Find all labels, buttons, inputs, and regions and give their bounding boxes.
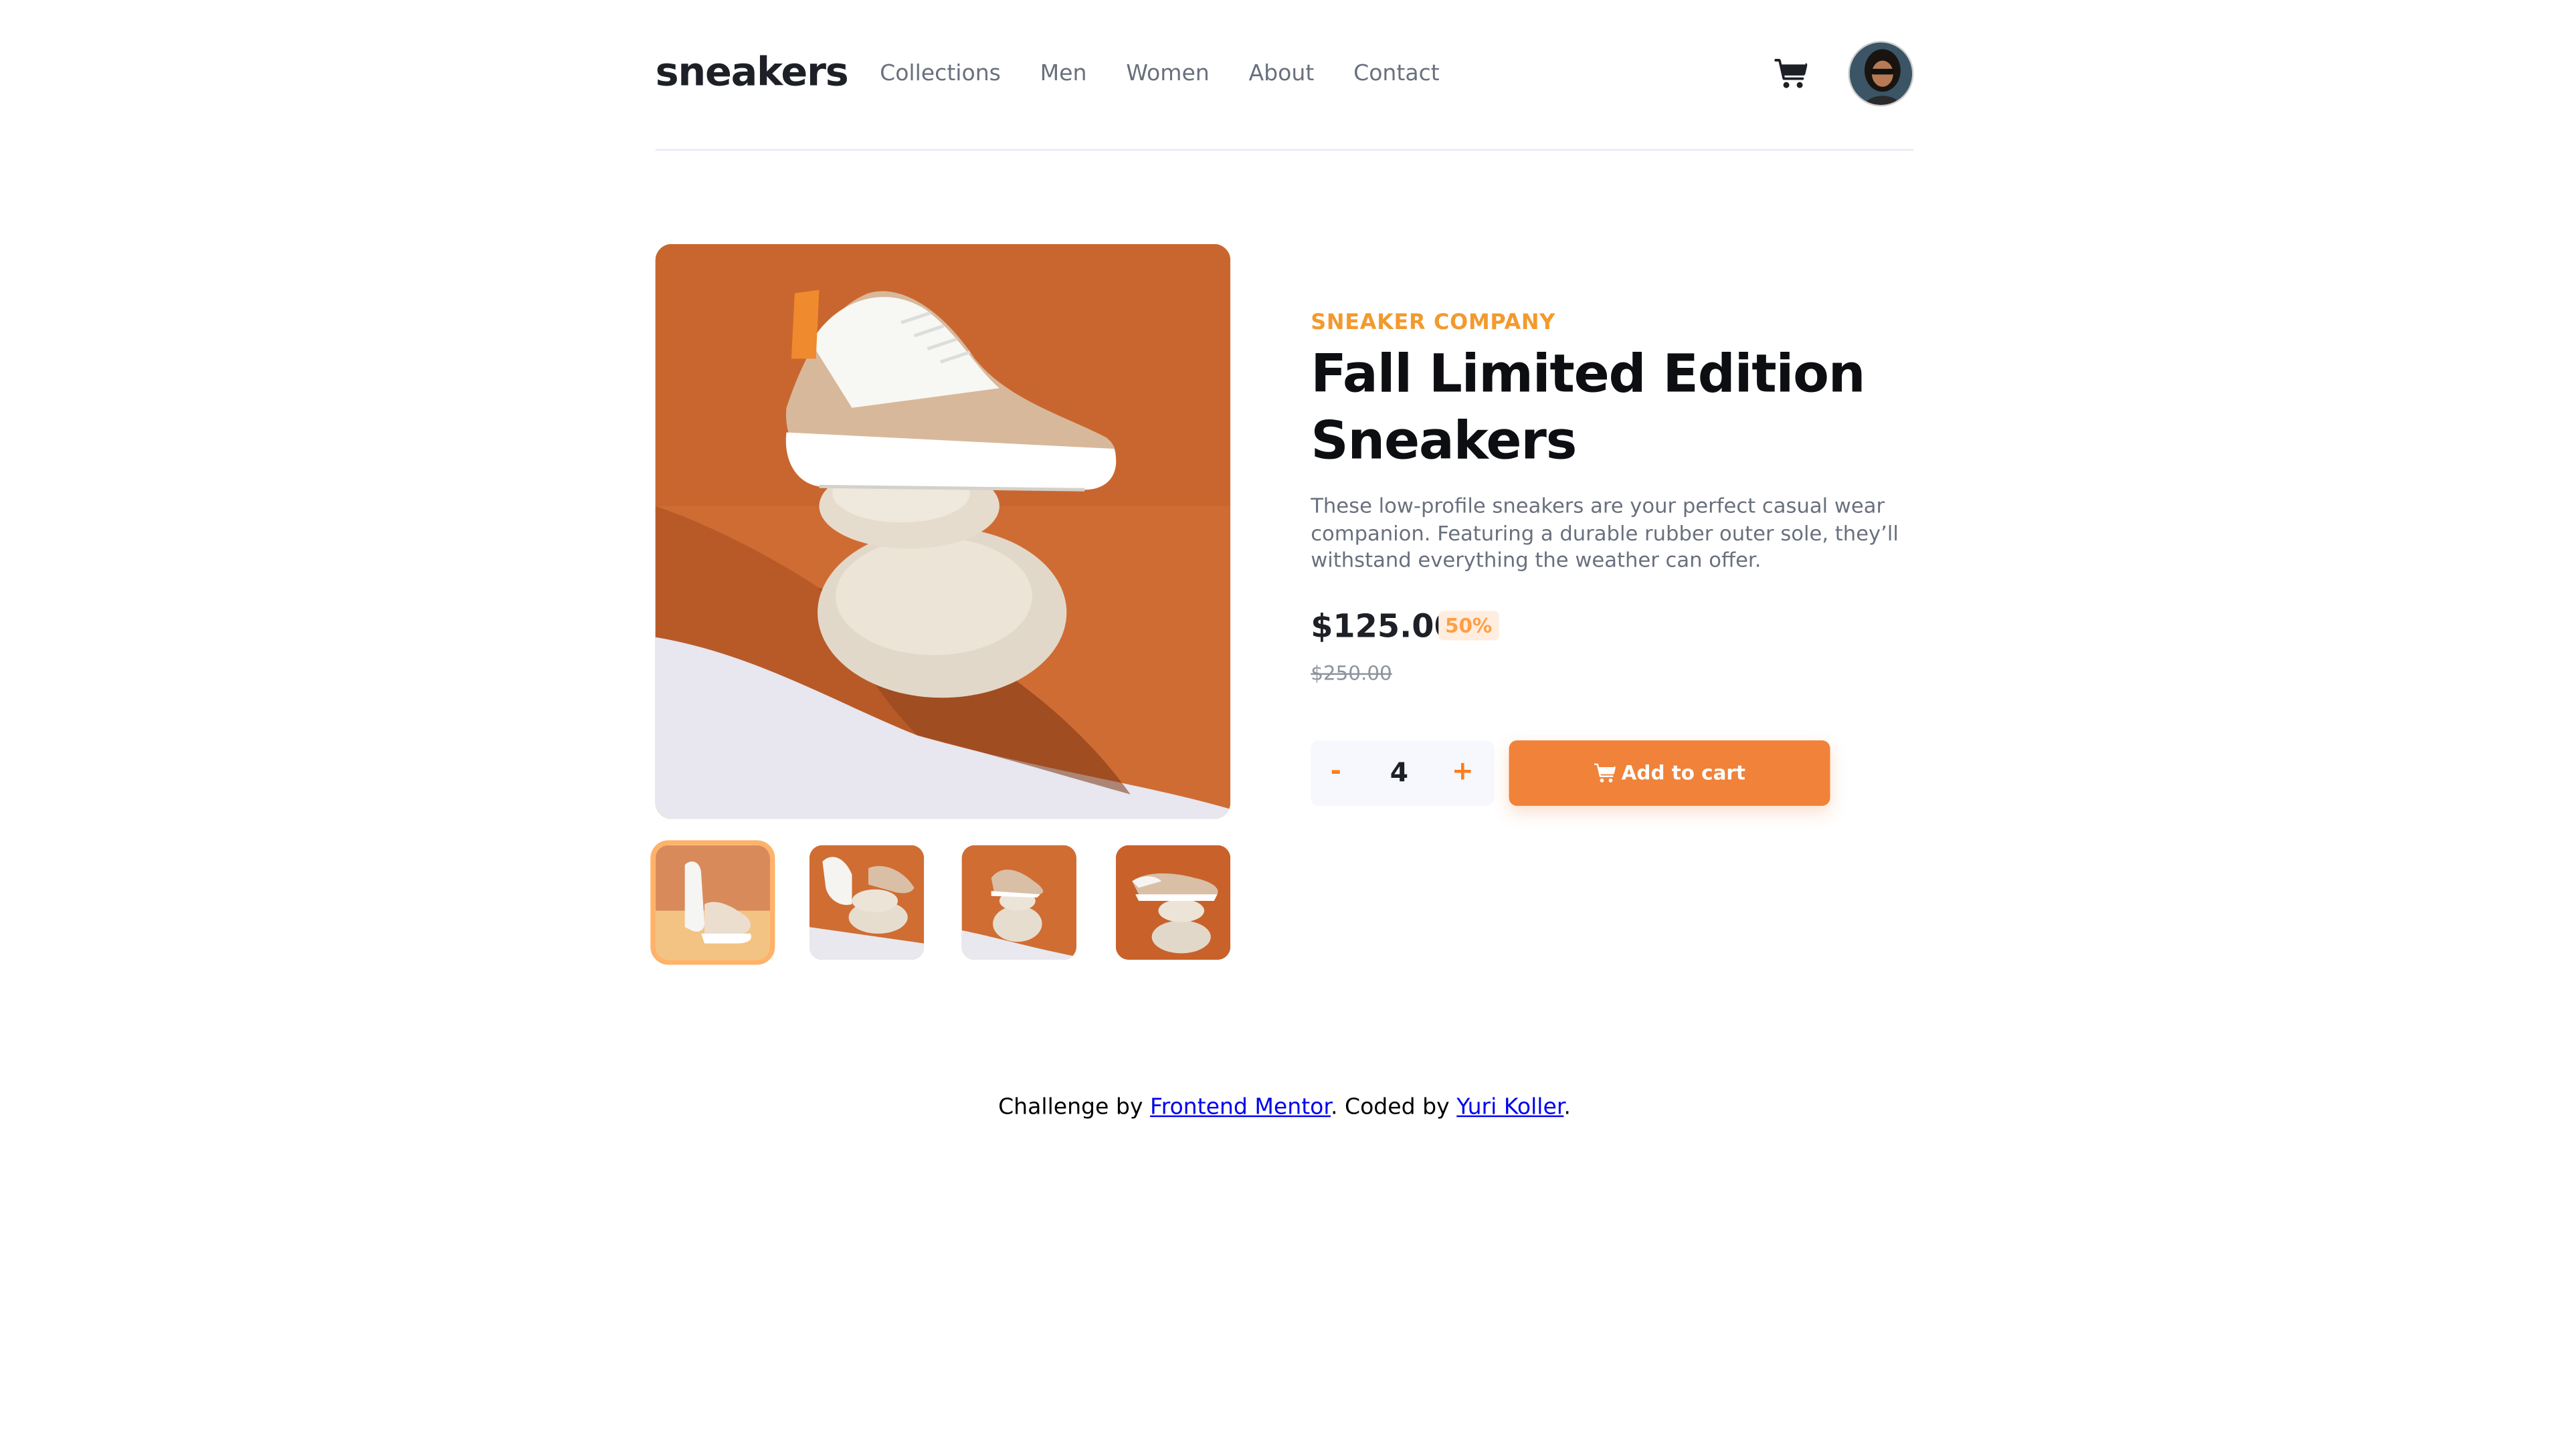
nav-women[interactable]: Women [1126, 61, 1210, 87]
quantity-value: 4 [1390, 756, 1409, 788]
cart-icon[interactable] [1774, 58, 1808, 90]
product-title: Fall Limited Edition Sneakers [1311, 342, 1865, 472]
nav-about[interactable]: About [1249, 61, 1315, 87]
thumbnail-strip [650, 840, 1231, 965]
original-price: $250.00 [1311, 661, 1392, 685]
footer-prefix: Challenge by [998, 1094, 1150, 1121]
decrease-quantity-button[interactable]: - [1331, 755, 1341, 787]
avatar[interactable] [1848, 41, 1914, 107]
thumbnail-4[interactable] [1115, 845, 1231, 960]
company-label: SNEAKER COMPANY [1311, 311, 1556, 336]
thumbnail-3[interactable] [961, 845, 1076, 960]
thumbnail-1[interactable] [650, 840, 775, 965]
avatar-image [1849, 42, 1912, 105]
footer-suffix: . [1563, 1094, 1571, 1121]
attribution-footer: Challenge by Frontend Mentor. Coded by Y… [0, 1094, 2569, 1120]
product-main-image[interactable] [655, 243, 1231, 819]
cart-icon [1594, 763, 1615, 783]
thumbnail-2[interactable] [809, 845, 925, 960]
logo[interactable]: sneakers [656, 49, 849, 95]
site-header: sneakers Collections Men Women About Con… [656, 0, 1914, 150]
increase-quantity-button[interactable]: + [1452, 755, 1474, 787]
frontend-mentor-link[interactable]: Frontend Mentor [1150, 1094, 1331, 1120]
nav-contact[interactable]: Contact [1353, 61, 1440, 87]
add-to-cart-label: Add to cart [1621, 761, 1745, 785]
author-link[interactable]: Yuri Koller [1456, 1094, 1563, 1120]
current-price: $125.00 [1311, 607, 1456, 645]
add-to-cart-button[interactable]: Add to cart [1509, 740, 1830, 806]
nav-men[interactable]: Men [1040, 61, 1087, 87]
product-description: These low-profile sneakers are your perf… [1311, 493, 1899, 572]
nav-collections[interactable]: Collections [880, 61, 1001, 87]
footer-middle: . Coded by [1330, 1094, 1457, 1121]
main-nav: Collections Men Women About Contact [880, 61, 1440, 87]
header-divider [655, 148, 1914, 151]
discount-badge: 50% [1438, 611, 1499, 641]
quantity-stepper: - 4 + [1311, 740, 1495, 806]
